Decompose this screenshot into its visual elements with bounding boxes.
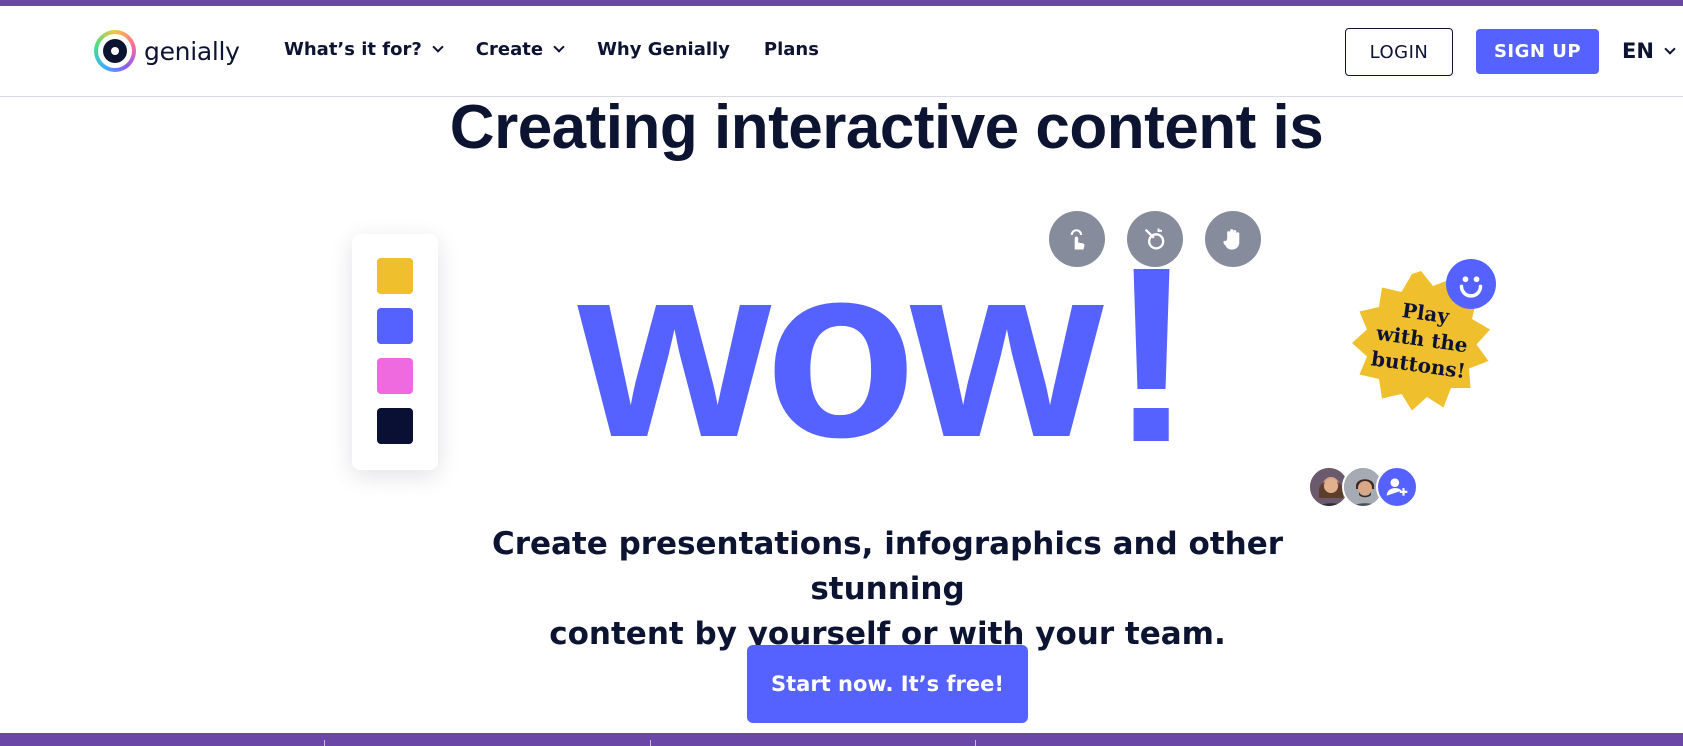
tap-icon bbox=[1070, 229, 1085, 250]
swatch-pink[interactable] bbox=[377, 358, 413, 394]
magic-wand-icon bbox=[1144, 228, 1165, 250]
swatch-navy[interactable] bbox=[377, 408, 413, 444]
start-now-button[interactable]: Start now. It’s free! bbox=[747, 645, 1028, 723]
site-header: genially What’s it for? Create Why Genia… bbox=[0, 6, 1683, 97]
wow-word: wow bbox=[578, 211, 1103, 489]
swatch-blue[interactable] bbox=[377, 308, 413, 344]
smiley-icon bbox=[1446, 259, 1496, 309]
nav-why-genially[interactable]: Why Genially bbox=[597, 39, 730, 60]
bottom-brand-strip bbox=[0, 733, 1683, 746]
tap-tool-button[interactable] bbox=[1049, 211, 1105, 267]
magic-tool-button[interactable] bbox=[1127, 211, 1183, 267]
genially-logo[interactable]: genially bbox=[94, 30, 240, 72]
chevron-down-icon bbox=[553, 41, 565, 53]
nav-label: Why Genially bbox=[597, 39, 730, 60]
nav-label: What’s it for? bbox=[284, 39, 422, 60]
subtitle-line: Create presentations, infographics and o… bbox=[491, 526, 1284, 607]
exclamation-mark: ! bbox=[1110, 215, 1194, 494]
hero-title: Creating interactive content is bbox=[449, 93, 1324, 162]
color-palette bbox=[352, 234, 438, 470]
nav-plans[interactable]: Plans bbox=[764, 39, 819, 60]
divider bbox=[975, 740, 976, 746]
hand-tool-button[interactable] bbox=[1205, 211, 1261, 267]
login-button[interactable]: LOGIN bbox=[1345, 28, 1453, 76]
language-selector[interactable]: EN bbox=[1622, 39, 1676, 63]
nav-label: Create bbox=[475, 39, 544, 60]
divider bbox=[324, 740, 325, 746]
nav-label: Plans bbox=[763, 39, 819, 60]
swatch-yellow[interactable] bbox=[377, 258, 413, 294]
nav-create[interactable]: Create bbox=[475, 39, 565, 60]
add-user-icon bbox=[1386, 478, 1408, 496]
signup-button[interactable]: SIGN UP bbox=[1476, 29, 1599, 74]
add-collaborator-button[interactable] bbox=[1376, 466, 1418, 508]
chevron-down-icon bbox=[1664, 42, 1676, 55]
chevron-down-icon bbox=[432, 41, 444, 53]
main-nav: What’s it for? Create Why Genially Plans bbox=[284, 39, 853, 60]
nav-whats-it-for[interactable]: What’s it for? bbox=[284, 39, 444, 60]
genially-logo-icon bbox=[94, 30, 136, 72]
logo-text: genially bbox=[144, 36, 240, 66]
hero-subtitle: Create presentations, infographics and o… bbox=[450, 522, 1325, 657]
language-label: EN bbox=[1622, 39, 1654, 63]
hand-icon bbox=[1223, 229, 1240, 250]
divider bbox=[650, 740, 651, 746]
